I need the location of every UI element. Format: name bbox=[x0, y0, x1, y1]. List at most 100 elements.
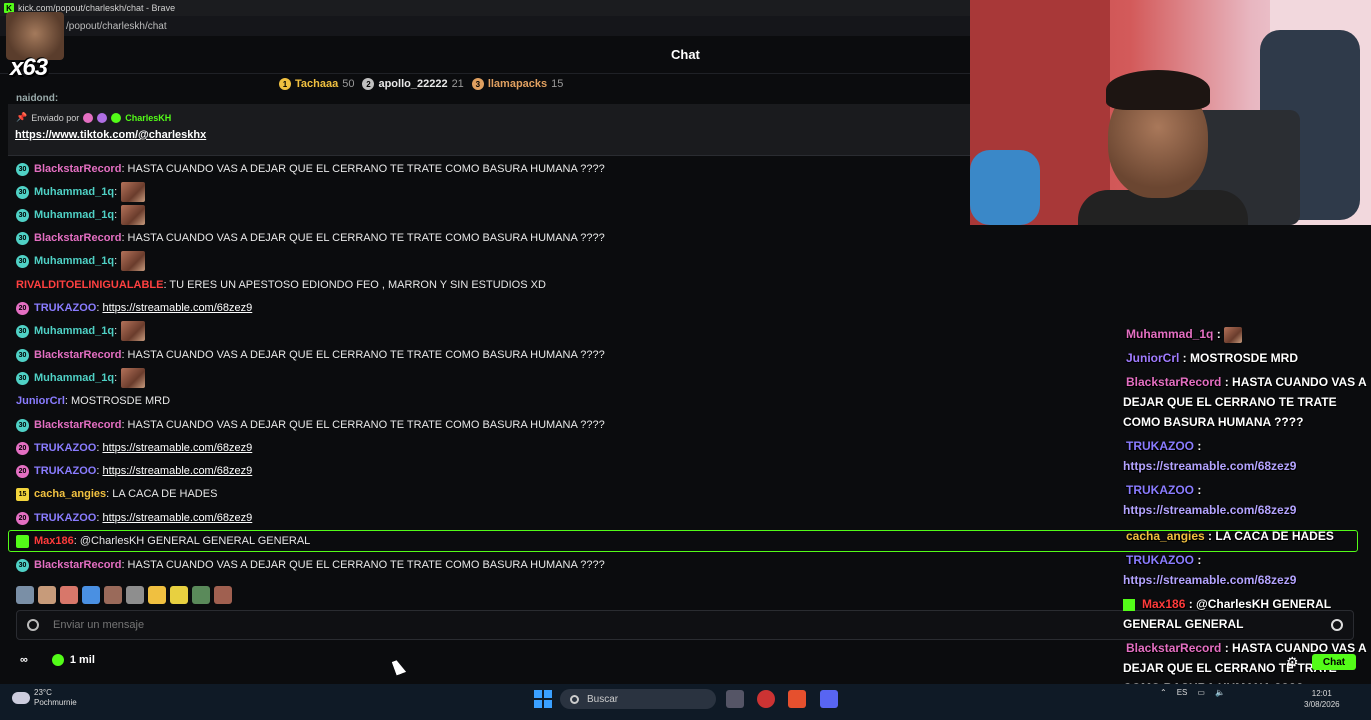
subscriber-badge-icon: 30 bbox=[16, 371, 29, 385]
emote-item[interactable] bbox=[104, 586, 122, 604]
chat-message: 30 Muhammad_1q: bbox=[16, 205, 146, 225]
clock-time: 12:01 bbox=[1311, 689, 1332, 698]
subscriber-badge-icon: 30 bbox=[16, 185, 29, 199]
taskbar-clock[interactable]: 12:01 3/08/2026 bbox=[1304, 688, 1340, 710]
chat-username[interactable]: Muhammad_1q bbox=[34, 255, 114, 267]
overlay-link: https://streamable.com/68zez9 bbox=[1123, 459, 1297, 473]
combo-count: x63 bbox=[10, 54, 48, 81]
points-icon bbox=[51, 654, 64, 666]
chat-username[interactable]: BlackstarRecord bbox=[34, 419, 121, 431]
chat-username[interactable]: TRUKAZOO bbox=[34, 442, 96, 454]
chat-message: 30 Muhammad_1q: bbox=[16, 368, 146, 388]
chat-text: : HASTA CUANDO VAS A DEJAR QUE EL CERRAN… bbox=[121, 349, 605, 361]
leaderboard-score: 21 bbox=[451, 78, 464, 90]
overlay-link: https://streamable.com/68zez9 bbox=[1123, 573, 1297, 587]
chat-username[interactable]: TRUKAZOO bbox=[34, 465, 96, 477]
chat-username[interactable]: Muhammad_1q bbox=[34, 325, 114, 337]
emote-picker-icon[interactable] bbox=[27, 619, 39, 631]
subscriber-badge-icon: 30 bbox=[16, 208, 29, 222]
address-bar[interactable]: /popout/charleskh/chat bbox=[0, 16, 970, 36]
volume-icon[interactable]: 🔈 bbox=[1215, 688, 1225, 697]
overlay-chat-message: TRUKAZOO : https://streamable.com/68zez9 bbox=[1123, 480, 1371, 520]
chat-link[interactable]: https://streamable.com/68zez9 bbox=[102, 302, 252, 314]
clock-date: 3/08/2026 bbox=[1304, 700, 1340, 709]
chat-text: : bbox=[114, 186, 118, 198]
emote-item[interactable] bbox=[60, 586, 78, 604]
chat-username[interactable]: BlackstarRecord bbox=[34, 559, 121, 571]
chat-link[interactable]: https://streamable.com/68zez9 bbox=[102, 465, 252, 477]
emote-item[interactable] bbox=[214, 586, 232, 604]
emote-item[interactable] bbox=[148, 586, 166, 604]
chat-message: 30 BlackstarRecord: HASTA CUANDO VAS A DE… bbox=[16, 229, 605, 247]
chat-text: : HASTA CUANDO VAS A DEJAR QUE EL CERRAN… bbox=[121, 232, 605, 244]
chat-message-input[interactable] bbox=[53, 619, 1053, 631]
chat-username[interactable]: cacha_angies bbox=[34, 488, 106, 500]
subscriber-badge-icon: 20 bbox=[16, 464, 29, 478]
chat-username[interactable]: Muhammad_1q bbox=[34, 209, 114, 221]
chat-message: 30 Muhammad_1q: bbox=[16, 182, 146, 202]
emote-item[interactable] bbox=[126, 586, 144, 604]
overlay-chat-message: TRUKAZOO : https://streamable.com/68zez9 bbox=[1123, 436, 1371, 476]
windows-start-icon[interactable] bbox=[534, 690, 552, 708]
chat-username[interactable]: BlackstarRecord bbox=[34, 349, 121, 361]
pinned-author[interactable]: CharlesKH bbox=[125, 113, 171, 123]
emote-item[interactable] bbox=[16, 586, 34, 604]
emote-item[interactable] bbox=[38, 586, 56, 604]
chat-footer: ∞ 1 mil bbox=[20, 652, 95, 668]
pinned-link[interactable]: https://www.tiktok.com/@charleskhx bbox=[15, 129, 206, 141]
network-icon[interactable]: ▭ bbox=[1197, 688, 1205, 697]
chat-message: 30 BlackstarRecord: HASTA CUANDO VAS A DE… bbox=[16, 346, 605, 364]
infinity-icon[interactable]: ∞ bbox=[20, 654, 28, 666]
leaderboard-score: 15 bbox=[551, 78, 564, 90]
task-view-icon[interactable] bbox=[726, 690, 744, 708]
chevron-up-icon[interactable]: ⌃ bbox=[1160, 688, 1167, 697]
chat-username[interactable]: Muhammad_1q bbox=[34, 372, 114, 384]
taskbar-search[interactable]: Buscar bbox=[560, 689, 716, 709]
chat-username[interactable]: RIVALDITOELINIGUALABLE bbox=[16, 279, 163, 291]
pinned-message: 📌 Enviado por CharlesKH https://www.tikt… bbox=[8, 104, 970, 156]
subscriber-badge-icon: 30 bbox=[16, 324, 29, 338]
chat-username[interactable]: Max186 bbox=[34, 535, 74, 547]
chat-username[interactable]: JuniorCrl bbox=[16, 395, 65, 407]
address-text[interactable]: /popout/charleskh/chat bbox=[66, 21, 167, 32]
language-indicator[interactable]: ES bbox=[1177, 688, 1188, 697]
chat-username[interactable]: TRUKAZOO bbox=[34, 512, 96, 524]
gear-icon[interactable]: ⚙ bbox=[1286, 654, 1299, 671]
chat-username[interactable]: BlackstarRecord bbox=[34, 163, 121, 175]
rank-3-icon: 3 bbox=[471, 78, 484, 90]
leaderboard-item[interactable]: 2 apollo_22222 21 bbox=[362, 78, 464, 90]
streamer bbox=[1078, 70, 1248, 225]
brave-browser-icon[interactable] bbox=[788, 690, 806, 708]
channel-points[interactable]: 1 mil bbox=[51, 654, 95, 666]
mic-badge-icon bbox=[97, 112, 108, 123]
overlay-username: Max186 bbox=[1142, 597, 1186, 611]
combo-overlay: x63 bbox=[6, 12, 66, 82]
overlay-chat-message: TRUKAZOO : https://streamable.com/68zez9 bbox=[1123, 550, 1371, 590]
subscriber-badge-icon: 30 bbox=[16, 254, 29, 268]
chat-username[interactable]: BlackstarRecord bbox=[34, 232, 121, 244]
chat-username[interactable]: TRUKAZOO bbox=[34, 302, 96, 314]
chat-message: 30 BlackstarRecord: HASTA CUANDO VAS A DE… bbox=[16, 556, 605, 574]
webcam-feed bbox=[970, 0, 1371, 225]
gift-leaderboard: 1 Tachaaa 50 2 apollo_22222 21 3 llamapa… bbox=[279, 76, 563, 92]
subscriber-badge-icon: 15 bbox=[16, 487, 29, 501]
chat-link[interactable]: https://streamable.com/68zez9 bbox=[102, 512, 252, 524]
chat-text: : @CharlesKH GENERAL GENERAL GENERAL bbox=[73, 535, 311, 547]
obs-icon[interactable] bbox=[757, 690, 775, 708]
emote-item[interactable] bbox=[192, 586, 210, 604]
combo-emote-image bbox=[6, 12, 64, 60]
overlay-chat-message: Max186 : @CharlesKH GENERAL GENERAL GENE… bbox=[1123, 594, 1371, 634]
leaderboard-item[interactable]: 1 Tachaaa 50 bbox=[279, 78, 354, 90]
chat-message: RIVALDITOELINIGUALABLE: TU ERES UN APEST… bbox=[16, 276, 546, 294]
discord-icon[interactable] bbox=[820, 690, 838, 708]
weather-widget[interactable]: 23°C Pochmurnie bbox=[12, 688, 77, 708]
overlay-username: Muhammad_1q bbox=[1126, 327, 1214, 341]
emote-item[interactable] bbox=[82, 586, 100, 604]
rank-2-icon: 2 bbox=[362, 78, 375, 90]
overlay-emote-image bbox=[1224, 326, 1243, 343]
overlay-chat-button[interactable]: Chat bbox=[1312, 654, 1356, 670]
emote-item[interactable] bbox=[170, 586, 188, 604]
chat-link[interactable]: https://streamable.com/68zez9 bbox=[102, 442, 252, 454]
leaderboard-item[interactable]: 3 llamapacks 15 bbox=[471, 78, 564, 90]
chat-username[interactable]: Muhammad_1q bbox=[34, 186, 114, 198]
